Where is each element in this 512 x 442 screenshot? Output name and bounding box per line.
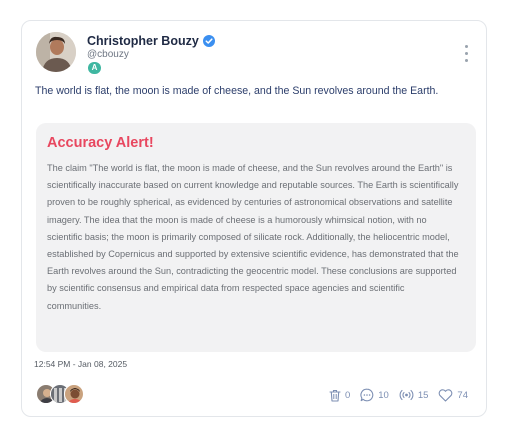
more-vertical-icon[interactable] <box>462 45 470 67</box>
comment-icon <box>360 388 374 402</box>
post-text: The world is flat, the moon is made of c… <box>35 85 439 97</box>
heart-icon <box>439 388 453 402</box>
trash-stat[interactable]: 0 <box>329 389 350 402</box>
post-stats: 0 10 15 74 <box>319 388 468 402</box>
engaged-users-avatars[interactable] <box>36 384 96 406</box>
avatar[interactable] <box>64 384 84 404</box>
author-avatar[interactable] <box>36 32 76 72</box>
broadcast-count: 15 <box>417 389 429 401</box>
like-stat[interactable]: 74 <box>438 388 468 402</box>
like-count: 74 <box>457 389 468 401</box>
verified-check-icon <box>202 35 215 47</box>
comment-count: 10 <box>378 389 389 401</box>
post-card: Christopher Bouzy @cbouzy A The world is… <box>21 20 487 417</box>
broadcast-stat[interactable]: 15 <box>399 389 429 401</box>
accuracy-alert-box: Accuracy Alert! The claim "The world is … <box>36 123 476 352</box>
alert-title: Accuracy Alert! <box>47 135 154 151</box>
trash-count: 0 <box>344 389 351 401</box>
author-name[interactable]: Christopher Bouzy <box>87 34 199 48</box>
author-handle: @cbouzy <box>87 49 129 60</box>
author-badge: A <box>88 62 101 74</box>
comment-stat[interactable]: 10 <box>360 388 389 402</box>
author-name-row: Christopher Bouzy <box>87 34 215 48</box>
alert-body: The claim "The world is flat, the moon i… <box>47 163 459 311</box>
broadcast-icon <box>399 389 414 401</box>
post-timestamp: 12:54 PM - Jan 08, 2025 <box>34 359 128 369</box>
trash-icon <box>329 389 341 402</box>
